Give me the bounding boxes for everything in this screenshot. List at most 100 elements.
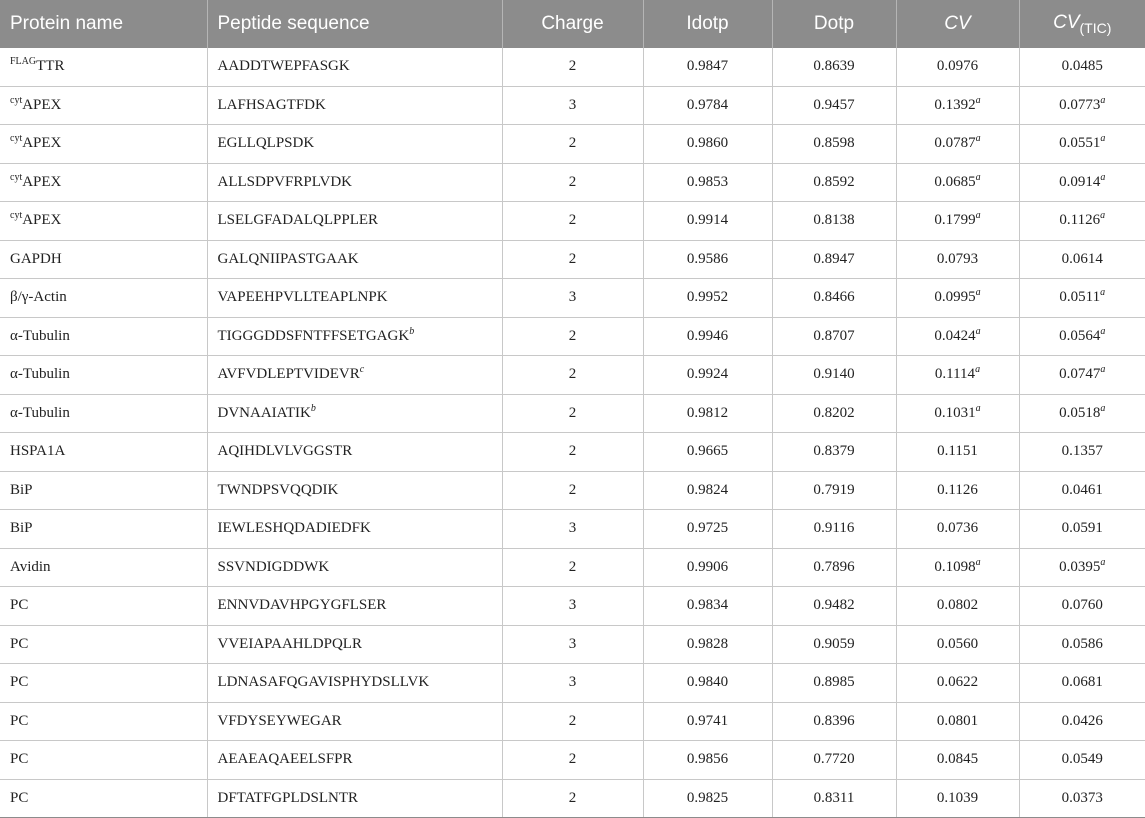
cell-charge-value: 3 xyxy=(568,674,577,691)
cv-value: 0.0976 xyxy=(936,58,979,75)
cell-peptide-sequence: VVEIAPAAHLDPQLR xyxy=(207,625,503,664)
cell-dotp-value: 0.9059 xyxy=(813,635,855,652)
cell-dotp: 0.7919 xyxy=(772,471,897,510)
cell-cv: 0.0802 xyxy=(896,586,1020,626)
cell-charge: 2 xyxy=(502,317,644,356)
cell-cv-tic: 0.0511a xyxy=(1019,278,1145,318)
table-row: FLAGTTR AADDTWEPFASGK 2 0.9847 0.8639 0.0976 0… xyxy=(0,48,1145,87)
cell-dotp: 0.7896 xyxy=(772,548,897,587)
peptide-sequence: AVFVDLEPTVIDEVR xyxy=(217,366,360,383)
cell-dotp: 0.8707 xyxy=(772,317,897,356)
cv-tic-value: 0.0511 xyxy=(1059,289,1101,306)
cell-idotp: 0.9812 xyxy=(643,394,773,433)
cv-value: 0.0622 xyxy=(936,674,979,691)
cell-cv: 0.1799a xyxy=(896,201,1020,241)
cell-idotp: 0.9847 xyxy=(643,48,773,87)
protein-name: TTR xyxy=(36,58,65,75)
cv-value: 0.1151 xyxy=(937,443,978,460)
cell-protein-name: FLAGTTR xyxy=(0,48,208,87)
cell-cv: 0.0995a xyxy=(896,278,1020,318)
cell-cv: 0.0424a xyxy=(896,317,1020,356)
cell-dotp-value: 0.8138 xyxy=(813,212,855,229)
cell-cv: 0.1039 xyxy=(896,779,1020,818)
cell-idotp: 0.9834 xyxy=(643,586,773,626)
protein-name: APEX xyxy=(22,212,62,229)
cv-tic-value: 0.0485 xyxy=(1061,58,1103,75)
cell-peptide-sequence: SSVNDIGDDWK xyxy=(207,548,503,587)
protein-name: α-Tubulin xyxy=(10,404,70,421)
cell-protein-name: PC xyxy=(0,702,208,741)
table-row: PC ENNVDAVHPGYGFLSER 3 0.9834 0.9482 0.0802 0.… xyxy=(0,586,1145,626)
cell-protein-name: PC xyxy=(0,779,208,818)
table-row: cytAPEX EGLLQLPSDK 2 0.9860 0.8598 0.0787a 0.0… xyxy=(0,124,1145,164)
cell-cv: 0.0845 xyxy=(896,740,1020,780)
peptide-sequence: GALQNIIPASTGAAK xyxy=(217,250,359,267)
cell-peptide-sequence: LDNASAFQGAVISPHYDSLLVK xyxy=(207,663,503,703)
header-row: Protein name Peptide sequence Charge Ido… xyxy=(0,0,1145,48)
cell-idotp-value: 0.9952 xyxy=(686,289,729,306)
cell-cv-tic: 0.0373 xyxy=(1019,779,1145,818)
cell-cv-tic: 0.1357 xyxy=(1019,432,1145,472)
cv-tic-value: 0.0461 xyxy=(1061,481,1103,498)
cell-cv: 0.1151 xyxy=(896,432,1020,472)
table-row: BiP TWNDPSVQQDIK 2 0.9824 0.7919 0.1126 0.0461 xyxy=(0,471,1145,510)
cell-charge: 3 xyxy=(502,586,644,626)
cell-protein-name: α-Tubulin xyxy=(0,394,208,433)
cv-value: 0.1039 xyxy=(936,789,979,806)
peptide-sequence: SSVNDIGDDWK xyxy=(217,558,330,575)
protein-name: β/γ-Actin xyxy=(10,289,67,306)
protein-name: PC xyxy=(10,674,29,691)
protein-prefix: cyt xyxy=(10,94,23,106)
cv-footnote-mark: a xyxy=(975,364,981,376)
cv-value: 0.0560 xyxy=(936,635,979,652)
protein-name: α-Tubulin xyxy=(10,327,70,344)
cell-idotp: 0.9952 xyxy=(643,278,773,318)
protein-name: HSPA1A xyxy=(10,443,66,460)
protein-name: APEX xyxy=(22,173,62,190)
cell-cv-tic: 0.0551a xyxy=(1019,124,1145,164)
cell-cv-tic: 0.0747a xyxy=(1019,355,1145,395)
cell-charge-value: 2 xyxy=(568,751,577,768)
cell-dotp: 0.8947 xyxy=(772,240,897,279)
cell-cv-tic: 0.0914a xyxy=(1019,163,1145,202)
cell-charge-value: 3 xyxy=(568,597,577,614)
cell-idotp-value: 0.9725 xyxy=(686,520,729,537)
table-row: cytAPEX LAFHSAGTFDK 3 0.9784 0.9457 0.1392a 0.… xyxy=(0,86,1145,125)
protein-name: PC xyxy=(10,751,29,768)
table-row: Avidin SSVNDIGDDWK 2 0.9906 0.7896 0.1098a 0.0… xyxy=(0,548,1145,587)
cell-cv: 0.1392a xyxy=(896,86,1020,125)
cv-value: 0.1098 xyxy=(934,558,976,575)
cv-value: 0.0995 xyxy=(934,289,976,306)
cell-idotp-value: 0.9924 xyxy=(686,366,729,383)
cell-charge: 3 xyxy=(502,278,644,318)
cv-value: 0.0802 xyxy=(936,597,979,614)
protein-name: PC xyxy=(10,635,29,652)
cell-charge: 2 xyxy=(502,432,644,472)
cell-peptide-sequence: GALQNIIPASTGAAK xyxy=(207,240,503,279)
protein-name: PC xyxy=(10,789,29,806)
cell-idotp-value: 0.9860 xyxy=(686,135,729,152)
header-cv-tic-label: CV xyxy=(1053,12,1080,34)
cell-protein-name: BiP xyxy=(0,471,208,510)
cell-idotp-value: 0.9834 xyxy=(686,597,729,614)
cell-dotp-value: 0.8598 xyxy=(813,135,855,152)
cv-tic-value: 0.0614 xyxy=(1061,250,1103,267)
cell-cv-tic: 0.0549 xyxy=(1019,740,1145,780)
protein-prefix: cyt xyxy=(10,133,23,145)
cell-dotp: 0.9059 xyxy=(772,625,897,664)
cv-tic-value: 0.0564 xyxy=(1059,327,1101,344)
cell-idotp-value: 0.9914 xyxy=(686,212,729,229)
cell-idotp: 0.9725 xyxy=(643,509,773,549)
table-row: β/γ-Actin VAPEEHPVLLTEAPLNPK 3 0.9952 0.8466… xyxy=(0,278,1145,318)
cell-dotp: 0.8379 xyxy=(772,432,897,472)
cell-dotp-value: 0.9116 xyxy=(813,520,855,537)
cell-dotp: 0.9457 xyxy=(772,86,897,125)
header-cv-tic-subscript: (TIC) xyxy=(1079,19,1112,36)
cv-footnote-mark: a xyxy=(975,171,981,183)
header-protein-name: Protein name xyxy=(0,0,208,48)
cell-idotp-value: 0.9586 xyxy=(686,250,729,267)
cell-dotp: 0.8592 xyxy=(772,163,897,202)
cell-dotp: 0.8985 xyxy=(772,663,897,703)
cell-charge-value: 3 xyxy=(568,520,577,537)
cv-tic-value: 0.0373 xyxy=(1061,789,1103,806)
